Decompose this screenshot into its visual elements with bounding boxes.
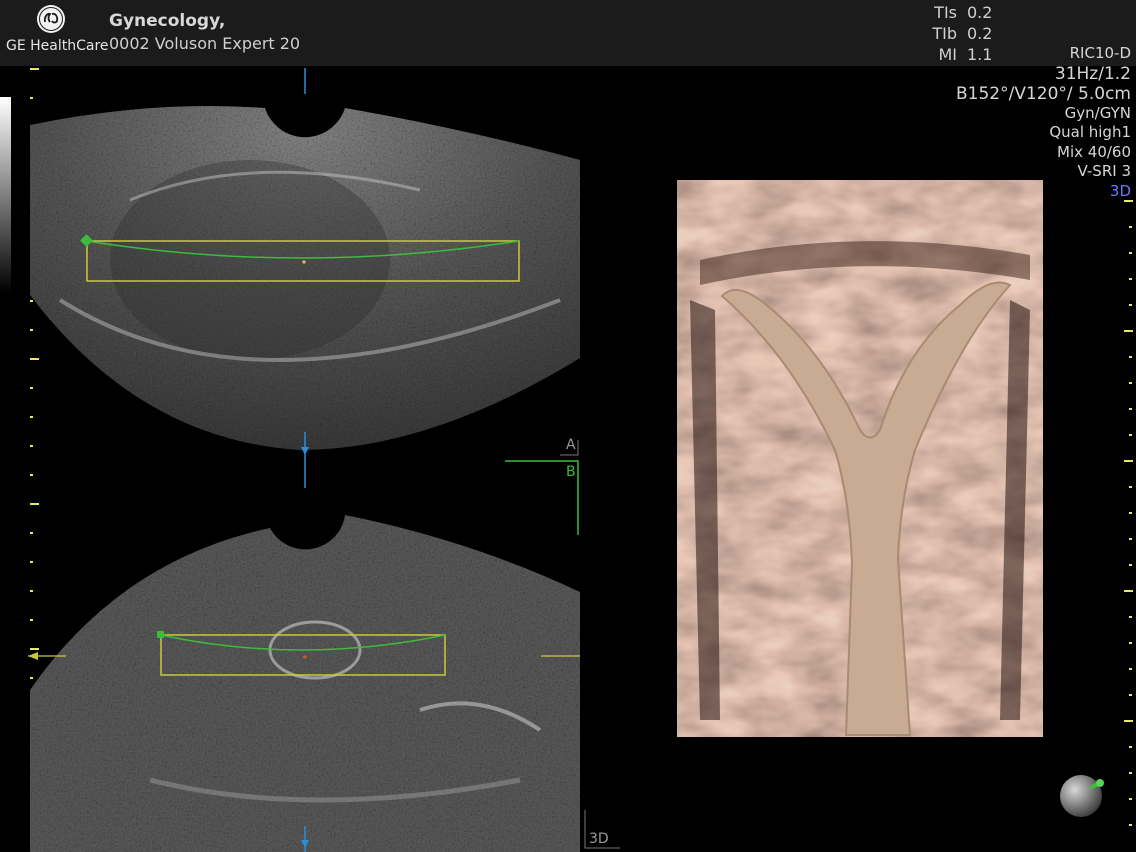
depth-tick xyxy=(1124,590,1133,592)
depth-tick xyxy=(30,590,33,592)
depth-tick xyxy=(30,474,33,476)
depth-tick xyxy=(1129,382,1132,384)
depth-tick xyxy=(30,561,33,563)
depth-tick xyxy=(1129,772,1132,774)
depth-tick xyxy=(30,300,33,302)
quadrant-label-b: B xyxy=(566,464,576,480)
depth-tick xyxy=(1124,200,1133,202)
depth-tick xyxy=(1129,746,1132,748)
quadrant-label-a: A xyxy=(566,437,576,453)
depth-tick xyxy=(1124,330,1133,332)
depth-tick xyxy=(1129,356,1132,358)
render-3d-view[interactable] xyxy=(677,180,1043,737)
depth-tick xyxy=(1129,824,1132,826)
depth-tick xyxy=(1129,252,1132,254)
depth-tick xyxy=(1129,642,1132,644)
depth-tick xyxy=(30,445,33,447)
depth-tick xyxy=(1129,798,1132,800)
depth-tick xyxy=(30,532,33,534)
depth-tick xyxy=(1129,538,1132,540)
quadrant-label-3d: 3D xyxy=(589,831,609,847)
depth-tick xyxy=(30,387,33,389)
depth-tick xyxy=(1129,668,1132,670)
roi-handle-b[interactable] xyxy=(157,631,164,638)
depth-tick xyxy=(30,503,39,505)
depth-tick xyxy=(30,68,39,70)
roi-center-a xyxy=(302,260,306,264)
depth-tick xyxy=(1129,434,1132,436)
ultrasound-view-b[interactable] xyxy=(28,510,580,852)
depth-tick xyxy=(30,358,39,360)
depth-tick xyxy=(30,619,33,621)
depth-tick xyxy=(1124,720,1133,722)
roi-center-b xyxy=(303,655,307,659)
depth-tick xyxy=(1129,564,1132,566)
depth-tick xyxy=(1129,304,1132,306)
arrow-down-a xyxy=(301,447,309,455)
depth-tick xyxy=(1129,408,1132,410)
depth-tick xyxy=(1124,460,1133,462)
depth-scale-right xyxy=(1124,200,1133,826)
depth-tick xyxy=(30,677,33,679)
orientation-sphere-icon[interactable] xyxy=(1060,775,1104,817)
imaging-area xyxy=(0,68,1133,852)
depth-tick xyxy=(30,97,33,99)
depth-tick xyxy=(1129,616,1132,618)
depth-tick xyxy=(1129,226,1132,228)
depth-tick xyxy=(1129,486,1132,488)
arrow-left-b xyxy=(28,652,38,660)
depth-tick xyxy=(1129,278,1132,280)
depth-tick xyxy=(30,416,33,418)
depth-tick xyxy=(1129,694,1132,696)
depth-tick xyxy=(30,648,39,650)
grayscale-bar xyxy=(0,97,11,293)
ultrasound-view-a[interactable] xyxy=(30,68,580,488)
depth-tick xyxy=(1129,512,1132,514)
depth-tick xyxy=(30,329,33,331)
